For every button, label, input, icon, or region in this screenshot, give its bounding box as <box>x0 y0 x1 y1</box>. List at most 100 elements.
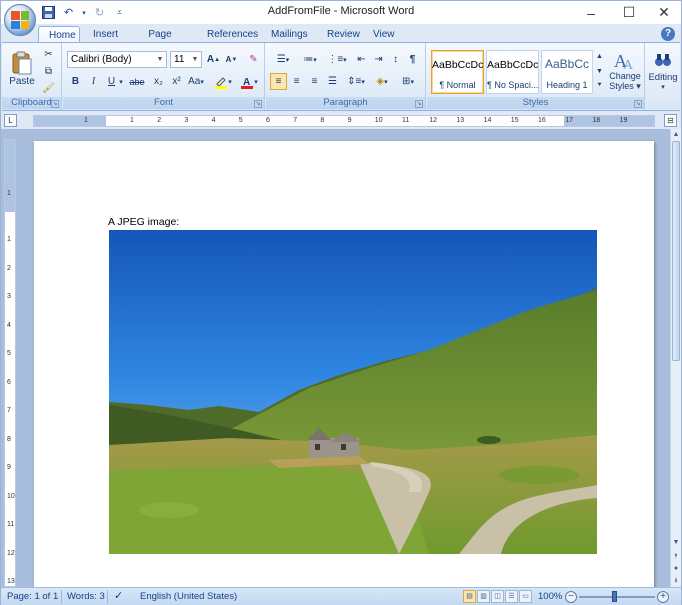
draft-icon[interactable]: ▭ <box>519 590 532 603</box>
ruler-number: 9 <box>7 464 11 471</box>
italic-button[interactable]: I <box>85 73 102 90</box>
ruler-number: 6 <box>266 117 270 124</box>
bullets-icon: ☰ <box>276 54 286 65</box>
strikethrough-button[interactable]: abe <box>126 73 148 90</box>
line-spacing-button[interactable]: ⇕≡ ▾ <box>344 73 368 90</box>
document-page[interactable]: A JPEG image: <box>34 141 654 587</box>
zoom-in-icon[interactable]: + <box>657 591 669 603</box>
office-button[interactable] <box>4 4 36 36</box>
superscript-button[interactable]: x² <box>168 73 185 90</box>
subscript-button[interactable]: x₂ <box>150 73 167 90</box>
maximize-button[interactable]: ☐ <box>611 1 647 24</box>
cut-icon[interactable]: ✂ <box>40 46 57 63</box>
multilevel-list-button[interactable]: ⋮≡ ▾ <box>324 51 350 68</box>
highlight-button[interactable]: ▾ <box>211 73 235 90</box>
copy-icon[interactable]: ⧉ <box>40 63 57 80</box>
style-normal[interactable]: AaBbCcDc ¶ Normal <box>431 50 484 94</box>
zoom-out-icon[interactable]: − <box>565 591 577 603</box>
show-hide-icon[interactable]: ¶ <box>404 51 421 68</box>
align-left-icon[interactable]: ≡ <box>270 73 287 90</box>
shading-button[interactable]: ◈ ▾ <box>370 73 394 90</box>
bold-button[interactable]: B <box>67 73 84 90</box>
ruler-number: 9 <box>347 117 352 124</box>
scroll-down-icon[interactable]: ▼ <box>671 537 681 548</box>
view-ruler-icon[interactable]: ⊟ <box>664 114 677 127</box>
align-center-icon[interactable]: ≡ <box>288 73 305 90</box>
font-name-combo[interactable]: Calibri (Body) ▼ <box>67 51 167 68</box>
styles-launcher-icon[interactable]: ↘ <box>634 100 642 108</box>
styles-scroll-up-icon[interactable]: ▲ <box>595 49 604 63</box>
bullets-button[interactable]: ☰ ▾ <box>270 51 296 68</box>
vruler-top-margin <box>5 140 15 212</box>
scrollbar-thumb[interactable] <box>672 141 680 361</box>
style-no-spacing[interactable]: AaBbCcDc ¶ No Spaci... <box>486 50 539 94</box>
justify-icon[interactable]: ☰ <box>324 73 341 90</box>
paste-button[interactable]: Paste <box>6 46 38 92</box>
horizontal-ruler[interactable]: 1 1 2 3 4 5 6 7 8 9 10 11 12 13 14 15 16 17 18 19 <box>33 115 655 127</box>
style-name: ¶ Normal <box>439 80 476 90</box>
font-color-button[interactable]: A ▾ <box>237 73 261 90</box>
clear-formatting-icon[interactable]: ✎ <box>245 51 262 68</box>
format-painter-icon[interactable]: 🖌 <box>40 80 57 97</box>
vertical-scrollbar[interactable]: ▲ ▼ ⯭ ● ⯯ <box>670 129 681 587</box>
shading-icon: ◈ <box>376 76 385 87</box>
ruler-number: 11 <box>7 521 15 528</box>
next-page-icon[interactable]: ⯯ <box>671 575 681 586</box>
previous-page-icon[interactable]: ⯭ <box>671 551 681 562</box>
numbering-button[interactable]: ≔ ▾ <box>297 51 323 68</box>
decrease-indent-icon[interactable]: ⇤ <box>353 51 370 68</box>
word-count[interactable]: Words: 3 <box>67 591 105 602</box>
outline-icon[interactable]: ☰ <box>505 590 518 603</box>
paragraph-launcher-icon[interactable]: ↘ <box>415 100 423 108</box>
web-layout-icon[interactable]: ◫ <box>491 590 504 603</box>
paste-label: Paste <box>9 76 35 87</box>
styles-more-icon[interactable]: ⯆ <box>595 79 604 93</box>
shrink-font-button[interactable]: A ▼ <box>223 51 240 68</box>
borders-button[interactable]: ⊞ ▾ <box>396 73 420 90</box>
full-screen-reading-icon[interactable]: ▥ <box>477 590 490 603</box>
ribbon: Paste ✂ ⧉ 🖌 Clipboard ↘ Calibri (Body) ▼… <box>2 42 680 111</box>
ruler-number: 2 <box>7 264 11 272</box>
page-count[interactable]: Page: 1 of 1 <box>7 591 58 602</box>
clipboard-group: Paste ✂ ⧉ 🖌 Clipboard ↘ <box>2 43 62 110</box>
editing-button[interactable]: Editing ▾ <box>648 46 678 96</box>
zoom-level[interactable]: 100% <box>538 591 562 602</box>
scroll-up-icon[interactable]: ▲ <box>671 129 681 140</box>
minimize-button[interactable]: – <box>573 1 609 24</box>
ruler-number: 3 <box>7 293 11 300</box>
align-right-icon[interactable]: ≡ <box>306 73 323 90</box>
style-heading-1[interactable]: AaBbCc Heading 1 <box>541 50 593 94</box>
tab-selector-icon[interactable]: L <box>4 114 17 127</box>
close-button[interactable]: ✕ <box>646 1 682 24</box>
font-group: Calibri (Body) ▼ 11 ▼ A ▲ A ▼ ✎ B I U ▾ ab… <box>63 43 265 110</box>
select-browse-object-icon[interactable]: ● <box>671 563 681 574</box>
grow-font-button[interactable]: A ▲ <box>205 51 222 68</box>
editing-group: Editing ▾ <box>646 43 680 110</box>
svg-text:A: A <box>623 58 634 71</box>
zoom-slider-thumb[interactable] <box>612 591 617 602</box>
increase-indent-icon[interactable]: ⇥ <box>370 51 387 68</box>
vertical-ruler[interactable]: 1 1 2 3 4 5 6 7 8 9 10 11 12 13 <box>4 139 16 587</box>
sort-icon[interactable]: ↕ <box>387 51 404 68</box>
help-icon[interactable]: ? <box>661 27 675 41</box>
landscape-photo[interactable] <box>109 230 597 554</box>
maximize-icon: ☐ <box>622 4 636 20</box>
style-sample: AaBbCcDc <box>432 59 483 71</box>
grow-font-icon: A <box>206 54 215 65</box>
ruler-number: 10 <box>374 117 383 124</box>
change-styles-button[interactable]: AA Change Styles ▾ <box>607 46 643 94</box>
styles-scroll-down-icon[interactable]: ▼ <box>595 64 604 78</box>
clipboard-launcher-icon[interactable]: ↘ <box>51 100 59 108</box>
font-size-combo[interactable]: 11 ▼ <box>170 51 202 68</box>
font-launcher-icon[interactable]: ↘ <box>254 100 262 108</box>
document-text[interactable]: A JPEG image: <box>108 216 179 228</box>
ruler-right-margin <box>564 116 654 126</box>
print-layout-icon[interactable]: ▤ <box>463 590 476 603</box>
change-case-button[interactable]: Aa ▾ <box>185 73 207 90</box>
change-styles-label-2: Styles ▾ <box>609 80 641 91</box>
ruler-number: 5 <box>238 117 243 124</box>
zoom-slider[interactable] <box>579 596 655 598</box>
underline-dropdown-icon[interactable]: ▾ <box>117 73 125 90</box>
proofing-icon[interactable]: ✓ <box>114 589 123 602</box>
language-status[interactable]: English (United States) <box>140 591 237 602</box>
